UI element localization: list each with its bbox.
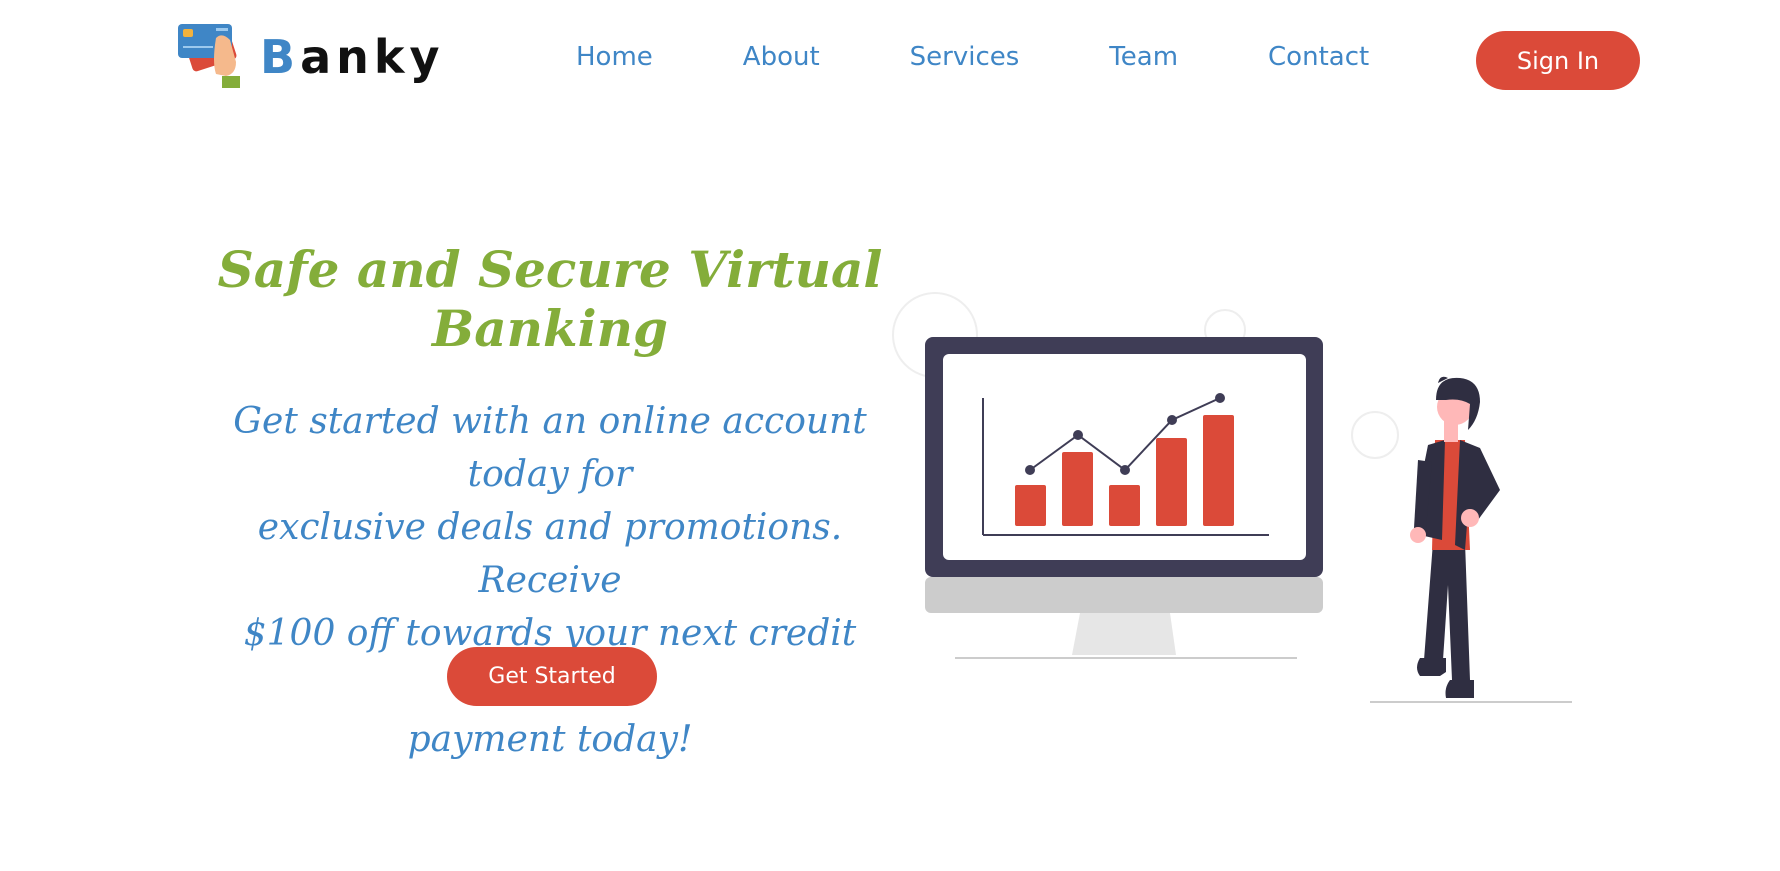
trend-point bbox=[1167, 415, 1177, 425]
brand-initial: B bbox=[260, 29, 301, 84]
trend-point bbox=[1215, 393, 1225, 403]
chart-bar bbox=[1015, 485, 1046, 526]
monitor-screen bbox=[943, 354, 1306, 560]
hero-line: exclusive deals and promotions. Receive bbox=[257, 507, 843, 601]
brand-rest: anky bbox=[300, 29, 445, 84]
nav-contact[interactable]: Contact bbox=[1268, 42, 1369, 72]
hero-title: Safe and Secure Virtual Banking bbox=[217, 240, 883, 358]
chart-bar bbox=[1203, 415, 1234, 526]
monitor-stand bbox=[1072, 613, 1176, 655]
site-header: Banky Home About Services Team Contact S… bbox=[0, 0, 1780, 120]
chart-bar bbox=[1109, 485, 1140, 526]
chart-bar bbox=[1062, 452, 1093, 526]
hero-line: Get started with an online account today… bbox=[233, 401, 867, 495]
trend-point bbox=[1025, 465, 1035, 475]
main-nav: Home About Services Team Contact bbox=[576, 42, 1459, 72]
sign-in-button[interactable]: Sign In bbox=[1476, 31, 1640, 90]
nav-about[interactable]: About bbox=[743, 42, 820, 72]
chart-bar bbox=[1156, 438, 1187, 526]
hero-description: Get started with an online account today… bbox=[200, 395, 900, 766]
person-with-growth-chart-monitor bbox=[880, 280, 1600, 725]
nav-team[interactable]: Team bbox=[1109, 42, 1178, 72]
brand-name: Banky bbox=[260, 34, 444, 80]
nav-home[interactable]: Home bbox=[576, 42, 653, 72]
decor-circle bbox=[1351, 411, 1399, 459]
person-figure bbox=[1410, 376, 1500, 698]
nav-services[interactable]: Services bbox=[910, 42, 1020, 72]
credit-card-hand-icon bbox=[176, 18, 248, 95]
monitor-chin bbox=[925, 577, 1323, 613]
brand-logo[interactable]: Banky bbox=[176, 18, 444, 95]
hero-line: payment today! bbox=[407, 719, 693, 760]
trend-point bbox=[1120, 465, 1130, 475]
trend-point bbox=[1073, 430, 1083, 440]
get-started-button[interactable]: Get Started bbox=[447, 647, 657, 706]
